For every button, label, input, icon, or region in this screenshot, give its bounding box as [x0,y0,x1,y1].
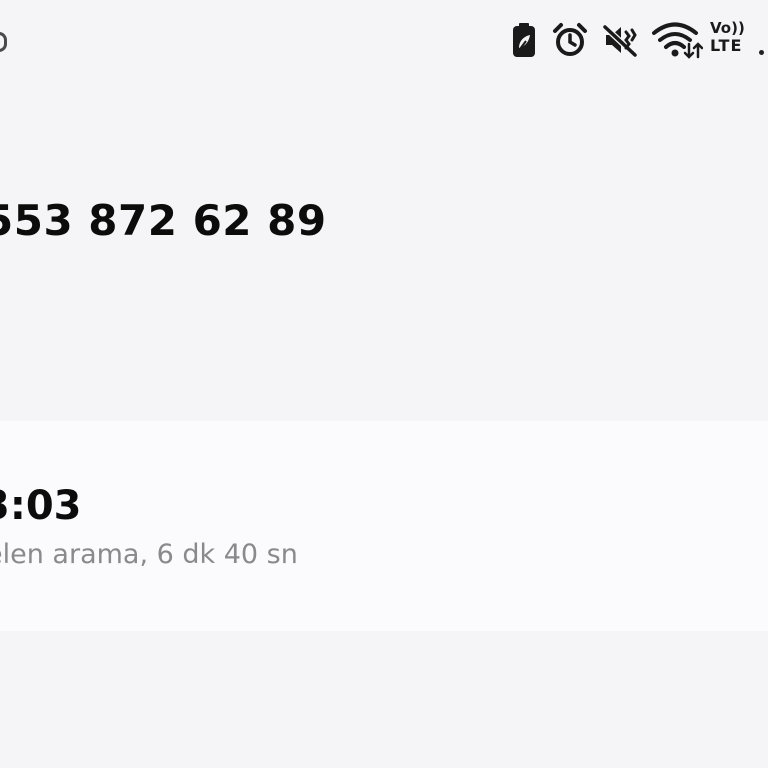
volte-icon: Vo)) LTE [710,21,750,54]
signal-dot-icon [759,50,764,55]
call-history-item[interactable]: 3:03 elen arama, 6 dk 40 sn [0,421,768,631]
wifi-icon [651,20,703,60]
volte-bottom-label: LTE [710,36,743,55]
status-indicator-icon [0,32,7,52]
volte-top-label: Vo)) [710,19,745,37]
mute-icon [602,20,638,60]
battery-saver-icon [510,20,538,60]
call-time: 3:03 [0,483,82,529]
call-details-screen: Vo)) LTE 553 872 62 89 3:03 elen arama, … [0,0,768,768]
alarm-icon [552,20,588,60]
phone-number: 553 872 62 89 [0,196,327,245]
status-bar: Vo)) LTE [0,0,768,84]
call-detail: elen arama, 6 dk 40 sn [0,539,298,570]
